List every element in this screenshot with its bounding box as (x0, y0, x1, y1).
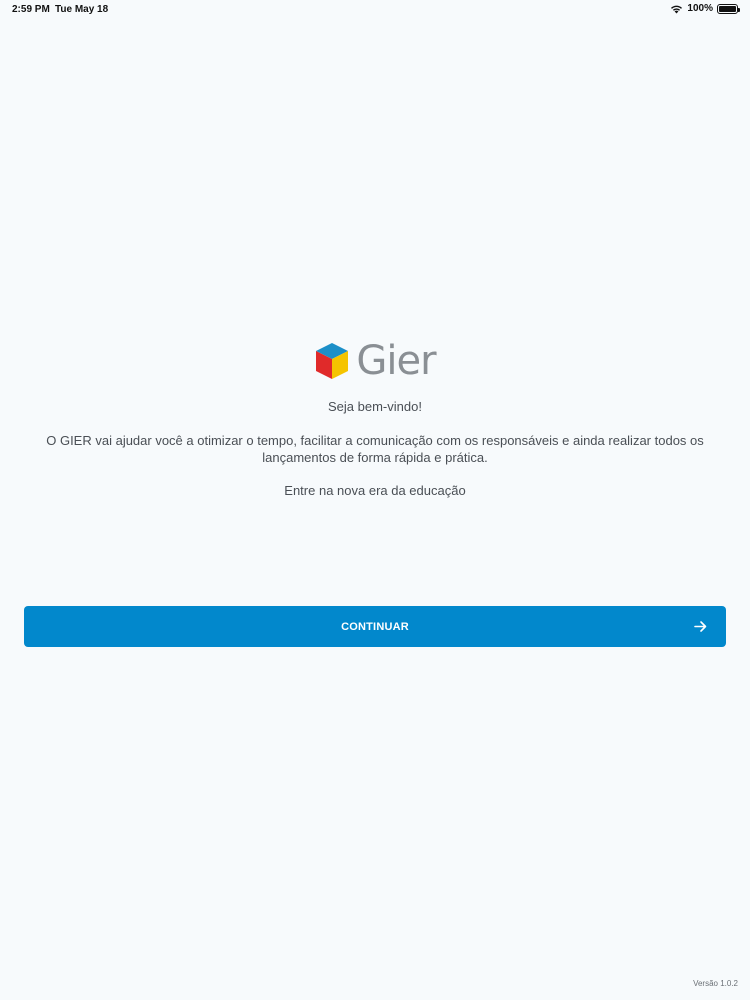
gier-logo: Gier (0, 341, 750, 381)
version-label: Versão 1.0.2 (693, 979, 738, 988)
status-indicators: 100% (670, 3, 740, 14)
battery-percent: 100% (687, 3, 713, 14)
battery-icon (717, 3, 740, 14)
status-bar: 2:59 PM Tue May 18 100% (0, 0, 750, 20)
welcome-heading: Seja bem-vindo! (328, 399, 422, 414)
description-text: O GIER vai ajudar você a otimizar o temp… (46, 433, 704, 465)
battery-fill (719, 5, 736, 12)
battery-cap (738, 7, 740, 12)
status-date: Tue May 18 (55, 4, 109, 15)
arrow-right-icon (694, 621, 707, 632)
logo-wordmark: Gier (356, 338, 436, 384)
status-time: 2:59 PM (12, 4, 50, 15)
wifi-icon (671, 5, 683, 13)
continue-button[interactable]: CONTINUAR (24, 606, 726, 647)
cube-logo-icon (316, 343, 349, 379)
continue-label: CONTINUAR (341, 620, 409, 633)
welcome-screen: 2:59 PM Tue May 18 100% Gier Seja bem-vi… (0, 0, 750, 1000)
tagline-text: Entre na nova era da educação (284, 483, 466, 498)
